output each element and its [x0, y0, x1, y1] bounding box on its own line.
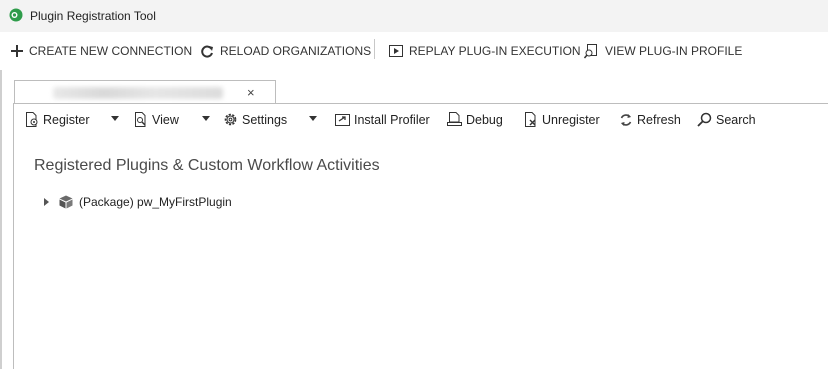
sub-toolbar: Register View Settings Install Profiler …	[14, 104, 828, 134]
app-logo-icon	[9, 8, 23, 22]
debug-icon	[447, 112, 462, 126]
title-bar: Plugin Registration Tool	[0, 0, 828, 32]
settings-label: Settings	[242, 112, 288, 127]
toolbar-divider	[374, 39, 375, 59]
view-profile-button[interactable]: VIEW PLUG-IN PROFILE	[584, 42, 742, 60]
search-label: Search	[716, 112, 756, 127]
view-button[interactable]: View	[134, 111, 179, 128]
expand-arrow-icon[interactable]	[44, 198, 49, 206]
install-profiler-icon	[335, 114, 350, 126]
search-button[interactable]: Search	[697, 111, 756, 128]
tab-label-redacted	[53, 87, 223, 99]
view-profile-icon	[584, 43, 597, 58]
reload-icon	[201, 45, 213, 57]
package-icon	[59, 195, 73, 209]
debug-label: Debug	[466, 112, 503, 127]
register-dropdown-icon[interactable]	[111, 116, 119, 121]
reload-organizations-button[interactable]: RELOAD ORGANIZATIONS	[201, 42, 371, 60]
search-icon	[697, 112, 712, 127]
left-border	[0, 70, 2, 369]
connection-tab-strip: ×	[12, 80, 828, 104]
unregister-icon	[525, 112, 536, 127]
view-label: View	[152, 112, 179, 127]
window-title: Plugin Registration Tool	[30, 9, 156, 23]
connection-content: Register View Settings Install Profiler …	[13, 103, 828, 369]
settings-button[interactable]: Settings	[223, 111, 287, 128]
create-connection-label: CREATE NEW CONNECTION	[29, 44, 193, 58]
plus-icon	[11, 45, 23, 57]
unregister-label: Unregister	[542, 112, 600, 127]
settings-dropdown-icon[interactable]	[309, 116, 317, 121]
install-profiler-label: Install Profiler	[354, 112, 430, 127]
install-profiler-button[interactable]: Install Profiler	[335, 111, 430, 128]
register-icon	[26, 112, 38, 127]
create-connection-button[interactable]: CREATE NEW CONNECTION	[11, 42, 192, 60]
gear-icon	[224, 113, 237, 126]
connection-tab[interactable]: ×	[14, 80, 276, 104]
view-profile-label: VIEW PLUG-IN PROFILE	[605, 44, 743, 58]
refresh-button[interactable]: Refresh	[619, 111, 681, 128]
unregister-button[interactable]: Unregister	[524, 111, 600, 128]
register-button[interactable]: Register	[25, 111, 90, 128]
view-dropdown-icon[interactable]	[202, 116, 210, 121]
replay-execution-label: REPLAY PLUG-IN EXECUTION	[409, 44, 581, 58]
main-toolbar: CREATE NEW CONNECTION RELOAD ORGANIZATIO…	[0, 32, 828, 70]
debug-button[interactable]: Debug	[447, 111, 503, 128]
register-label: Register	[43, 112, 90, 127]
plugins-heading: Registered Plugins & Custom Workflow Act…	[34, 157, 380, 174]
tree-item-label: (Package) pw_MyFirstPlugin	[79, 195, 232, 209]
replay-icon	[389, 45, 403, 57]
tree-item[interactable]: (Package) pw_MyFirstPlugin	[44, 194, 232, 210]
reload-organizations-label: RELOAD ORGANIZATIONS	[220, 44, 372, 58]
refresh-label: Refresh	[637, 112, 681, 127]
tab-close-icon[interactable]: ×	[247, 86, 255, 99]
replay-execution-button[interactable]: REPLAY PLUG-IN EXECUTION	[389, 42, 581, 60]
view-icon	[135, 112, 146, 127]
refresh-icon	[620, 113, 632, 126]
